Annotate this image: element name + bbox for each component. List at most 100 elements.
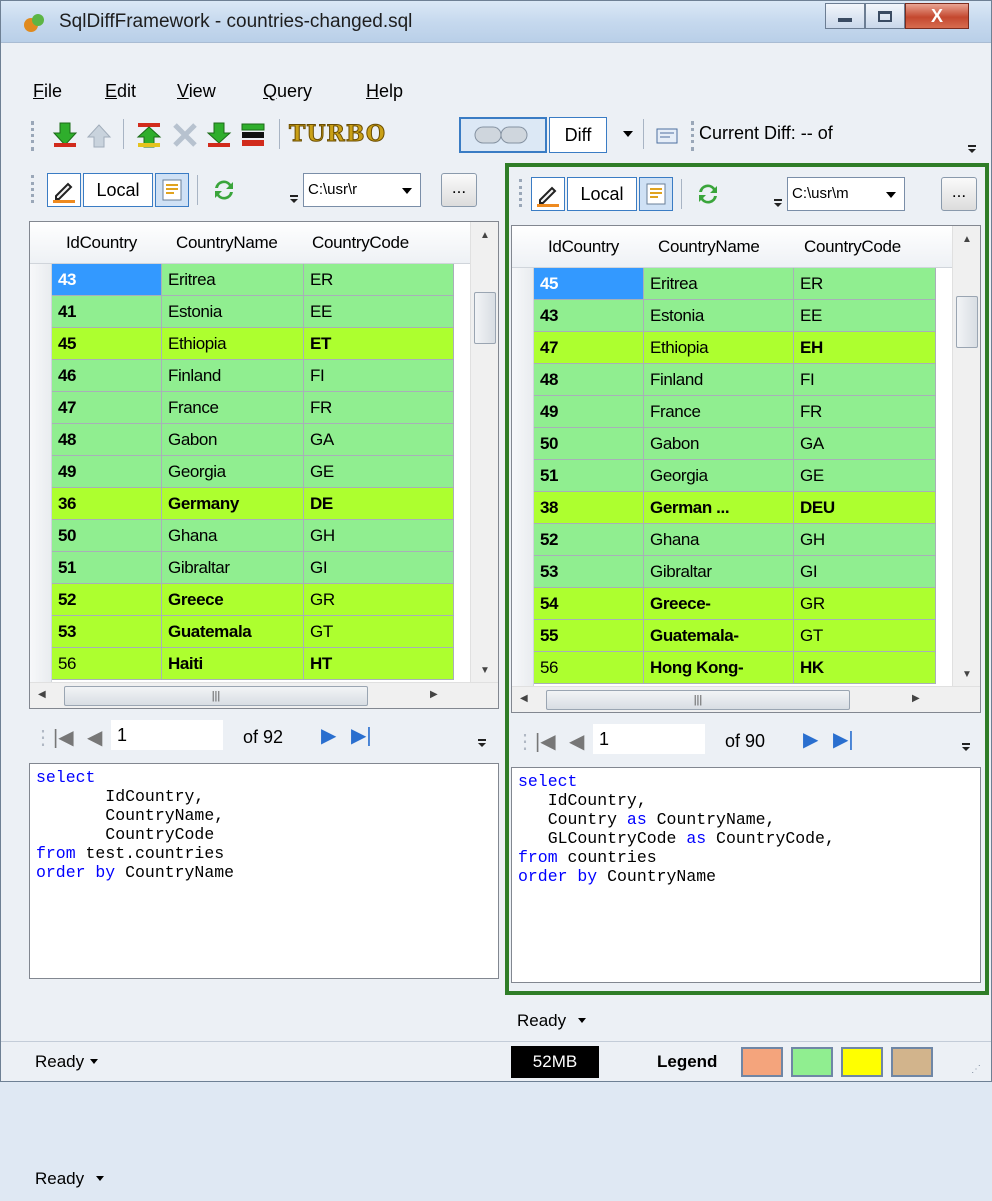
table-cell-id[interactable]: 43 bbox=[52, 264, 162, 296]
scroll-thumb[interactable]: ||| bbox=[64, 686, 368, 706]
table-cell-name[interactable]: France bbox=[162, 392, 304, 424]
table-cell-code[interactable]: GI bbox=[304, 552, 454, 584]
vertical-scrollbar[interactable]: ▲ ▼ bbox=[952, 226, 980, 688]
table-cell-id[interactable]: 53 bbox=[534, 556, 644, 588]
table-cell-name[interactable]: Finland bbox=[162, 360, 304, 392]
table-cell-name[interactable]: Germany bbox=[162, 488, 304, 520]
table-row[interactable]: 48 Gabon GA bbox=[52, 424, 454, 456]
scroll-up-icon[interactable]: ▲ bbox=[962, 234, 972, 245]
table-row[interactable]: 47 France FR bbox=[52, 392, 454, 424]
table-cell-code[interactable]: GR bbox=[794, 588, 936, 620]
table-cell-code[interactable]: DE bbox=[304, 488, 454, 520]
table-cell-code[interactable]: GR bbox=[304, 584, 454, 616]
table-cell-name[interactable]: Greece bbox=[162, 584, 304, 616]
table-cell-id[interactable]: 47 bbox=[534, 332, 644, 364]
table-row[interactable]: 48 Finland FI bbox=[534, 364, 936, 396]
scroll-thumb[interactable] bbox=[474, 292, 496, 344]
table-cell-code[interactable]: HT bbox=[304, 648, 454, 680]
table-cell-name[interactable]: Guatemala bbox=[162, 616, 304, 648]
table-row[interactable]: 51 Georgia GE bbox=[534, 460, 936, 492]
table-cell-code[interactable]: DEU bbox=[794, 492, 936, 524]
minimize-button[interactable] bbox=[825, 3, 865, 29]
table-cell-name[interactable]: Estonia bbox=[162, 296, 304, 328]
menu-query[interactable]: Query bbox=[263, 81, 312, 102]
table-row[interactable]: 55 Guatemala- GT bbox=[534, 620, 936, 652]
last-page-icon[interactable]: ▶| bbox=[833, 727, 854, 752]
horizontal-scrollbar[interactable]: ◀ ||| ▶ bbox=[512, 686, 980, 712]
title-bar[interactable]: SqlDiffFramework - countries-changed.sql… bbox=[1, 1, 991, 43]
table-cell-id[interactable]: 51 bbox=[52, 552, 162, 584]
pane-toolbar-overflow-icon[interactable] bbox=[773, 199, 783, 207]
connection-local-button[interactable]: Local bbox=[83, 173, 153, 207]
column-header-countryname[interactable]: CountryName bbox=[658, 237, 760, 257]
table-cell-name[interactable]: Ethiopia bbox=[644, 332, 794, 364]
chevron-down-icon[interactable] bbox=[90, 1059, 98, 1064]
table-cell-id[interactable]: 56 bbox=[52, 648, 162, 680]
table-cell-id[interactable]: 43 bbox=[534, 300, 644, 332]
maximize-button[interactable] bbox=[865, 3, 905, 29]
legend-swatch-4[interactable] bbox=[891, 1047, 933, 1077]
column-header-countrycode[interactable]: CountryCode bbox=[804, 237, 901, 257]
navigator-overflow-icon[interactable] bbox=[961, 743, 971, 751]
first-diff-icon[interactable] bbox=[135, 121, 163, 149]
table-cell-code[interactable]: GA bbox=[794, 428, 936, 460]
table-cell-id[interactable]: 52 bbox=[52, 584, 162, 616]
swap-panes-button[interactable] bbox=[459, 117, 547, 153]
navigator-overflow-icon[interactable] bbox=[477, 739, 487, 747]
table-cell-name[interactable]: German ... bbox=[644, 492, 794, 524]
table-cell-id[interactable]: 41 bbox=[52, 296, 162, 328]
compare-icon[interactable] bbox=[239, 121, 267, 149]
table-cell-id[interactable]: 52 bbox=[534, 524, 644, 556]
table-row[interactable]: 46 Finland FI bbox=[52, 360, 454, 392]
last-page-icon[interactable]: ▶| bbox=[351, 723, 372, 748]
scroll-thumb[interactable]: ||| bbox=[546, 690, 850, 710]
previous-page-icon[interactable]: ◀ bbox=[87, 725, 102, 750]
table-cell-name[interactable]: Eritrea bbox=[644, 268, 794, 300]
diff-button[interactable]: Diff bbox=[549, 117, 607, 153]
resize-grip-icon[interactable]: ⋰ bbox=[971, 1064, 981, 1075]
toolbar-overflow-icon[interactable] bbox=[967, 145, 977, 153]
table-cell-id[interactable]: 50 bbox=[52, 520, 162, 552]
column-header-countrycode[interactable]: CountryCode bbox=[312, 233, 409, 253]
refresh-icon[interactable] bbox=[695, 181, 721, 207]
table-cell-id[interactable]: 45 bbox=[52, 328, 162, 360]
table-cell-code[interactable]: GE bbox=[794, 460, 936, 492]
table-cell-id[interactable]: 53 bbox=[52, 616, 162, 648]
toolbar-grip[interactable] bbox=[691, 121, 694, 151]
table-row[interactable]: 54 Greece- GR bbox=[534, 588, 936, 620]
vertical-scrollbar[interactable]: ▲ ▼ bbox=[470, 222, 498, 684]
scroll-up-icon[interactable]: ▲ bbox=[480, 230, 490, 241]
table-row[interactable]: 43 Eritrea ER bbox=[52, 264, 454, 296]
page-number-input[interactable]: 1 bbox=[593, 724, 705, 754]
menu-file[interactable]: File bbox=[33, 81, 62, 102]
table-cell-name[interactable]: Greece- bbox=[644, 588, 794, 620]
table-cell-id[interactable]: 38 bbox=[534, 492, 644, 524]
close-button[interactable]: X bbox=[905, 3, 969, 29]
legend-swatch-3[interactable] bbox=[841, 1047, 883, 1077]
table-cell-code[interactable]: HK bbox=[794, 652, 936, 684]
scroll-right-icon[interactable]: ▶ bbox=[912, 693, 920, 704]
table-cell-code[interactable]: EE bbox=[304, 296, 454, 328]
last-diff-icon[interactable] bbox=[205, 121, 233, 149]
table-cell-name[interactable]: Ethiopia bbox=[162, 328, 304, 360]
table-cell-name[interactable]: France bbox=[644, 396, 794, 428]
table-cell-id[interactable]: 47 bbox=[52, 392, 162, 424]
table-cell-code[interactable]: GI bbox=[794, 556, 936, 588]
table-cell-code[interactable]: GA bbox=[304, 424, 454, 456]
table-cell-name[interactable]: Georgia bbox=[644, 460, 794, 492]
table-cell-id[interactable]: 54 bbox=[534, 588, 644, 620]
table-cell-code[interactable]: GT bbox=[304, 616, 454, 648]
table-cell-id[interactable]: 48 bbox=[52, 424, 162, 456]
table-cell-id[interactable]: 49 bbox=[52, 456, 162, 488]
legend-swatch-2[interactable] bbox=[791, 1047, 833, 1077]
left-results-grid[interactable]: IdCountry CountryName CountryCode 43 Erit… bbox=[29, 221, 499, 709]
table-row[interactable]: 53 Guatemala GT bbox=[52, 616, 454, 648]
table-row[interactable]: 49 Georgia GE bbox=[52, 456, 454, 488]
scroll-thumb[interactable] bbox=[956, 296, 978, 348]
open-file-button[interactable] bbox=[155, 173, 189, 207]
table-cell-id[interactable]: 49 bbox=[534, 396, 644, 428]
table-cell-id[interactable]: 46 bbox=[52, 360, 162, 392]
menu-view[interactable]: View bbox=[177, 81, 216, 102]
page-number-input[interactable]: 1 bbox=[111, 720, 223, 750]
connection-local-button[interactable]: Local bbox=[567, 177, 637, 211]
